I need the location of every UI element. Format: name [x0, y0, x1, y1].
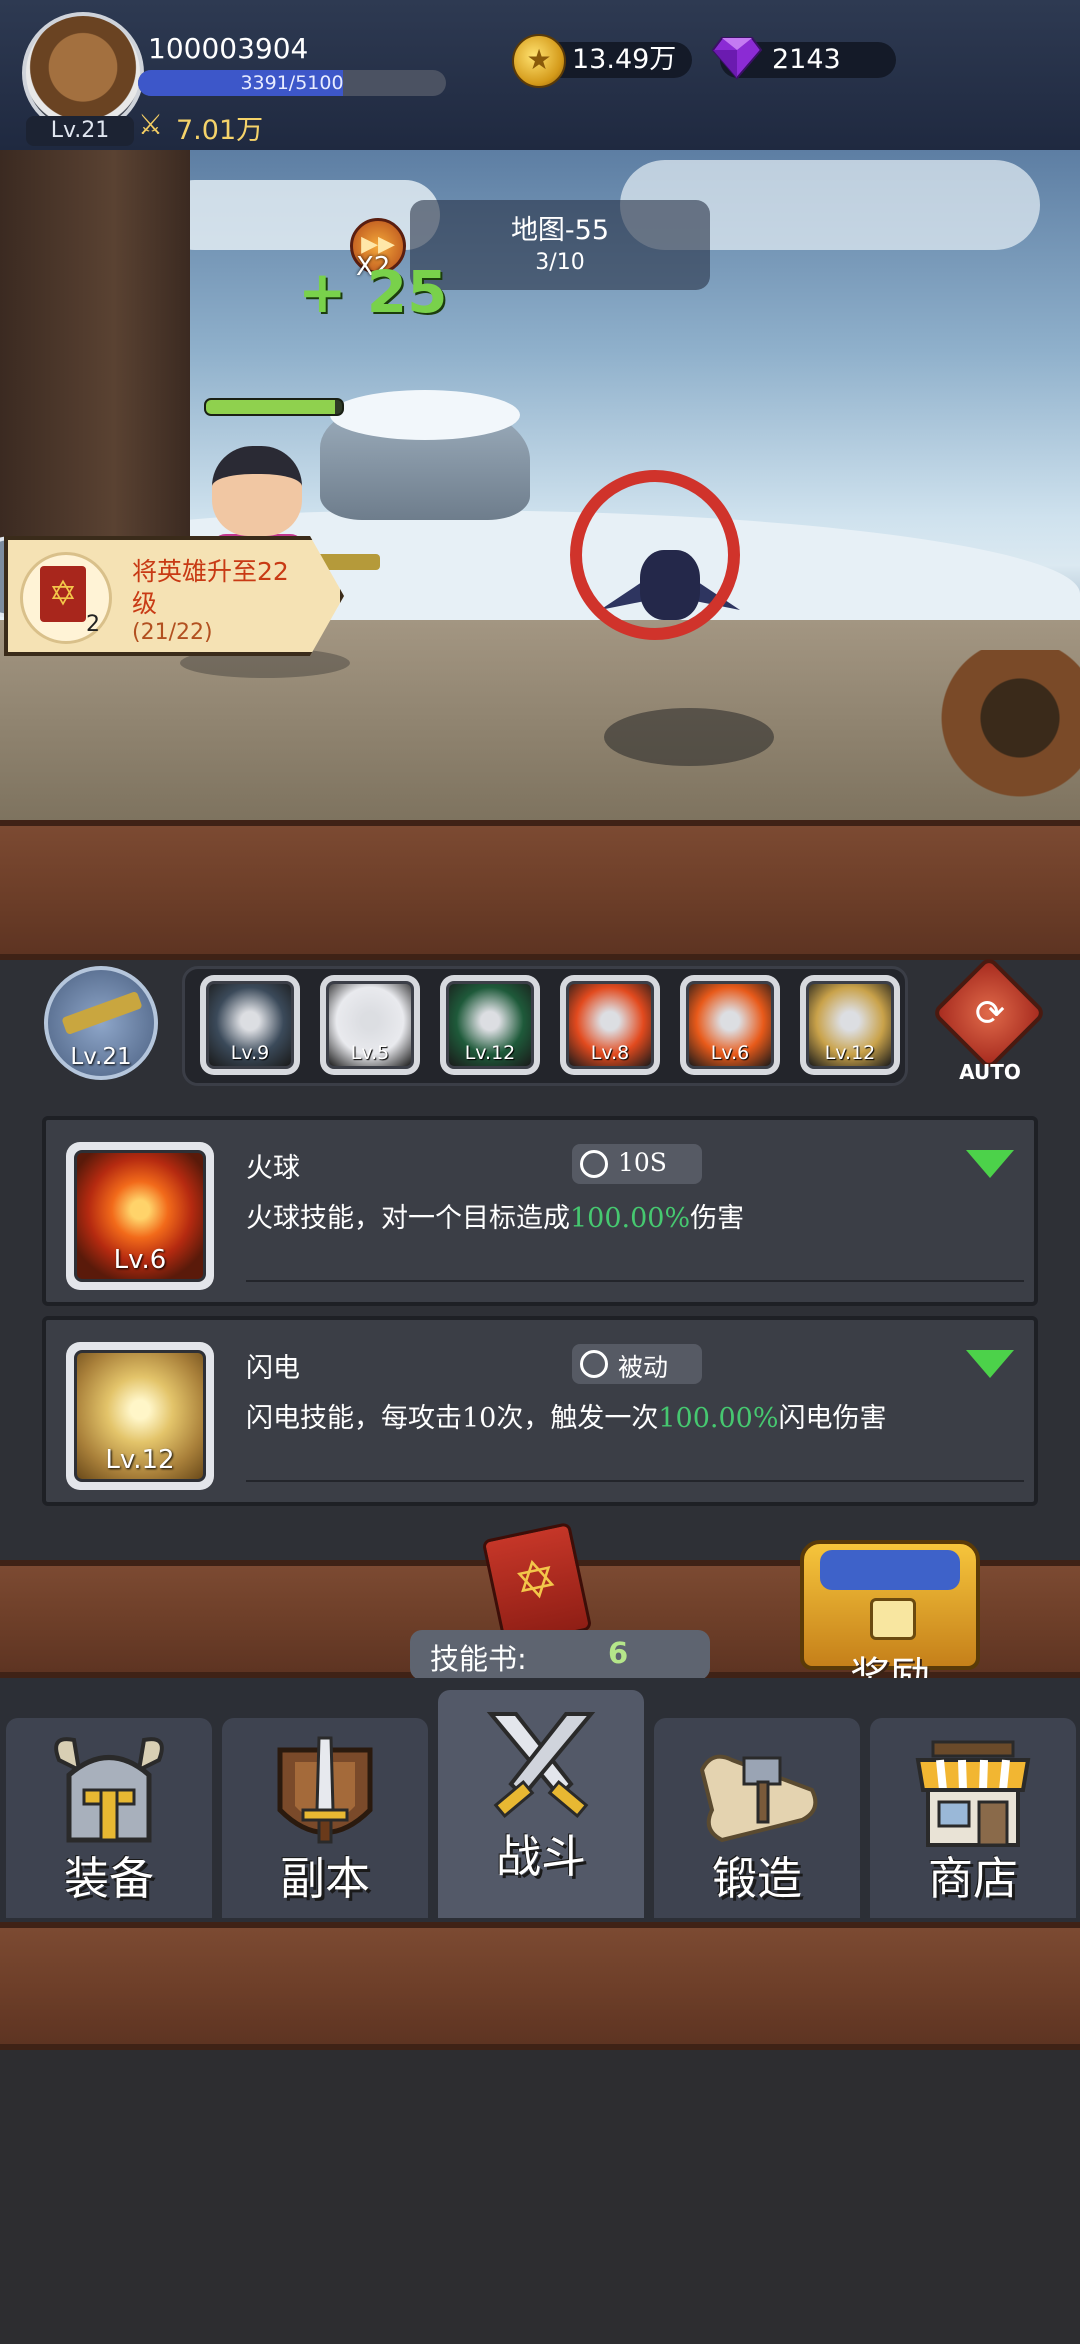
sword-shield-icon [277, 1736, 373, 1844]
skill-description: 闪电技能，每攻击10次，触发一次100.00%闪电伤害 [246, 1396, 887, 1435]
desc-highlight: 100.00% [658, 1403, 779, 1434]
nav-label: 商店 [927, 1852, 1018, 1905]
combat-power: 7.01万 [176, 115, 264, 146]
target-reticle-icon [570, 470, 740, 640]
nav-label: 装备 [63, 1852, 154, 1905]
crab-enemy [940, 650, 1080, 820]
auto-label: AUTO [959, 1060, 1021, 1084]
skill-slot[interactable]: Lv.5 [320, 975, 420, 1075]
skill-slot[interactable]: Lv.9 [200, 975, 300, 1075]
desc-highlight: 100.00% [570, 1203, 691, 1234]
cooldown-text: 被动 [618, 1353, 669, 1382]
shop-icon [915, 1740, 1031, 1847]
nav-tab-forge[interactable]: 锻造 [654, 1718, 860, 1918]
nav-label: 战斗 [495, 1830, 586, 1883]
skill-book-icon: ✡ [40, 566, 86, 622]
skill-slot-level: Lv.5 [350, 1042, 390, 1064]
skill-slot-level: Lv.6 [710, 1042, 750, 1064]
hammer-scroll-icon [699, 1754, 818, 1843]
wood-divider [0, 1922, 1080, 2050]
refresh-icon: ⟳ [974, 993, 1006, 1034]
shield-skill-icon: Lv.9 [206, 981, 294, 1069]
skill-card[interactable]: Lv.6 火球 10S 火球技能，对一个目标造成100.00%伤害 [42, 1116, 1038, 1306]
wood-divider [0, 820, 1080, 960]
fireball-icon: Lv.6 [74, 1150, 206, 1282]
quest-text: 将英雄升至22级 [132, 557, 289, 618]
rock-snow [330, 390, 520, 440]
quest-progress: (21/22) [132, 620, 213, 645]
battle-scene: 地图-55 3/10 ▶▶ X2 + 25 [0, 150, 1080, 820]
quest-reward-count: 2 [86, 612, 100, 637]
player-level: Lv.21 [26, 116, 134, 146]
nav-tab-battle[interactable]: 战斗 [438, 1690, 644, 1918]
nav-tab-shop[interactable]: 商店 [870, 1718, 1076, 1918]
skill-name: 火球 [246, 1153, 300, 1184]
cooldown-badge: 被动 [572, 1344, 702, 1384]
skill-slot-level: Lv.8 [590, 1042, 630, 1064]
skill-book-count: 6 [608, 1636, 629, 1670]
gem-value: 2143 [772, 44, 841, 75]
expand-arrow-icon[interactable] [966, 1350, 1014, 1378]
desc-text: 闪电技能，每攻击10次，触发一次 [246, 1403, 659, 1434]
skill-book-label: 技能书: [430, 1642, 527, 1676]
desc-text: 火球技能，对一个目标造成 [246, 1203, 570, 1234]
player-id: 100003904 [148, 32, 309, 65]
skill-name: 闪电 [246, 1353, 300, 1384]
chest-lid [820, 1550, 960, 1590]
skill-description: 火球技能，对一个目标造成100.00%伤害 [246, 1196, 744, 1235]
skill-card-icon-frame: Lv.6 [66, 1142, 214, 1290]
wave-progress: 3/10 [535, 250, 585, 275]
skill-slot[interactable]: Lv.12 [800, 975, 900, 1075]
green-ring-icon: Lv.12 [446, 981, 534, 1069]
tree-trunk [0, 150, 190, 570]
gold-coin-icon: ★ [512, 34, 566, 88]
bottom-spacer [0, 2050, 1080, 2344]
clock-icon [580, 1150, 608, 1178]
cooldown-text: 10S [618, 1148, 667, 1177]
purple-diamond-icon [712, 37, 762, 80]
skill-slot[interactable]: Lv.6 [680, 975, 780, 1075]
fireball-icon: Lv.6 [686, 981, 774, 1069]
divider [246, 1280, 1024, 1282]
damage-popup: + 25 [298, 258, 448, 326]
skull-bomb-icon: Lv.5 [326, 981, 414, 1069]
desc-text: 伤害 [690, 1203, 745, 1234]
skill-slot[interactable]: Lv.8 [560, 975, 660, 1075]
hero-hp-bar [204, 398, 344, 416]
weapon-level: Lv.21 [70, 1044, 132, 1070]
skill-slot-level: Lv.12 [824, 1042, 876, 1064]
skill-slot[interactable]: Lv.12 [440, 975, 540, 1075]
clock-icon [580, 1350, 608, 1378]
viking-helmet-icon [54, 1737, 164, 1843]
desc-text: 闪电伤害 [778, 1403, 887, 1434]
skill-card-icon-frame: Lv.12 [66, 1342, 214, 1490]
exp-text: 3391/5100 [240, 72, 344, 94]
expand-arrow-icon[interactable] [966, 1150, 1014, 1178]
gold-value: 13.49万 [572, 44, 677, 75]
enemy-shadow [604, 708, 774, 766]
skill-card[interactable]: Lv.12 闪电 被动 闪电技能，每攻击10次，触发一次100.00%闪电伤害 [42, 1316, 1038, 1506]
lightning-icon: Lv.12 [806, 981, 894, 1069]
skill-card-level: Lv.6 [113, 1245, 167, 1275]
nav-tab-dungeon[interactable]: 副本 [222, 1718, 428, 1918]
skill-card-level: Lv.12 [105, 1445, 175, 1475]
cooldown-badge: 10S [572, 1144, 702, 1184]
crossed-swords-icon [486, 1712, 596, 1819]
nav-label: 副本 [279, 1852, 370, 1905]
nav-label: 锻造 [711, 1852, 802, 1905]
lightning-icon: Lv.12 [74, 1350, 206, 1482]
chest-lock [870, 1598, 916, 1640]
crossed-swords-icon: ⚔ [138, 108, 164, 141]
skill-slot-level: Lv.9 [230, 1042, 270, 1064]
skill-slot-level: Lv.12 [464, 1042, 516, 1064]
map-name: 地图-55 [510, 215, 610, 246]
divider [246, 1480, 1024, 1482]
fire-creature-icon: Lv.8 [566, 981, 654, 1069]
nav-tab-equipment[interactable]: 装备 [6, 1718, 212, 1918]
